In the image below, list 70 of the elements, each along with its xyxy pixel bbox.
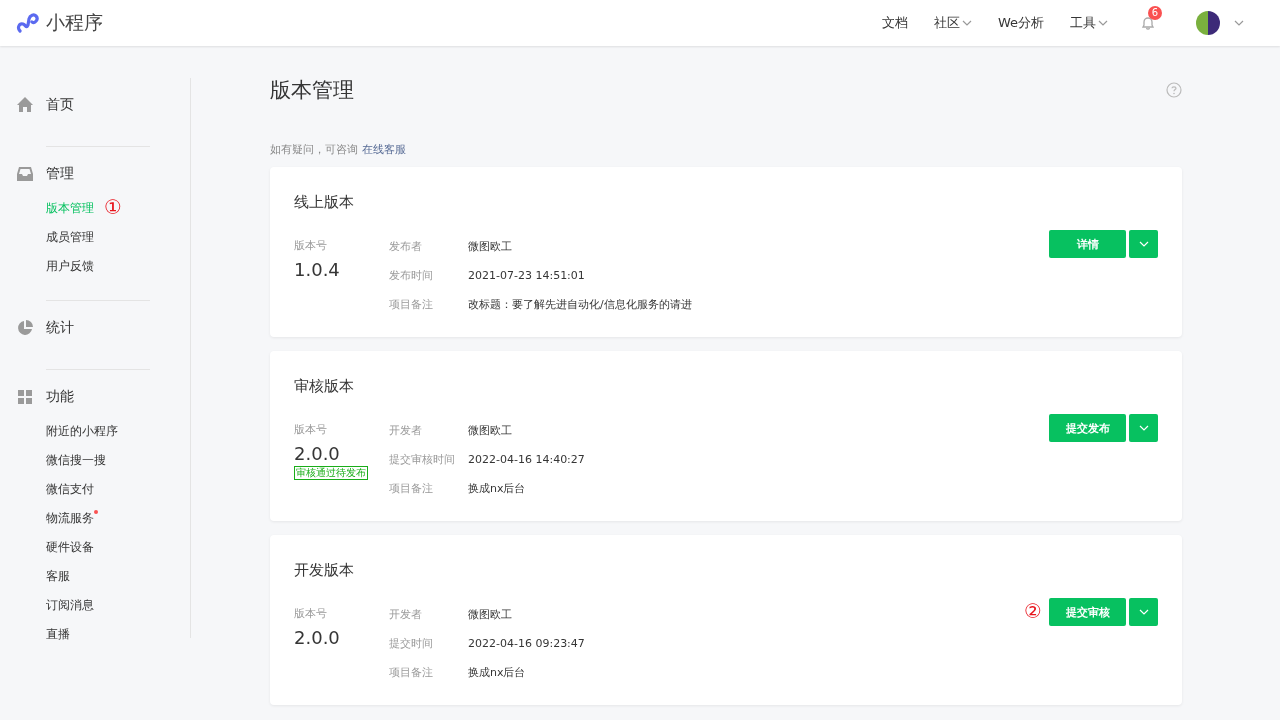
field-label: 项目备注 [389,665,434,681]
field-label: 发布时间 [389,268,434,284]
nav-link[interactable]: We分析 [997,14,1044,32]
status-tag: 审核通过待发布 [294,466,368,480]
caret-icon [961,20,972,26]
sidebar-item[interactable]: 附近的小程序 [46,422,118,440]
nav-link[interactable]: 社区 [933,14,972,32]
version-number: 2.0.0 [294,627,340,648]
field-value: 2022-04-16 14:40:27 [468,452,585,468]
field-value: 换成nx后台 [468,481,526,497]
field-value: 微图欧工 [468,239,512,255]
sidebar-item[interactable]: 物流服务 [46,509,94,527]
card-title: 审核版本 [294,377,355,396]
field-label: 提交审核时间 [389,452,456,468]
field-value: 2021-07-23 14:51:01 [468,268,585,284]
dropdown-button[interactable] [1129,230,1158,258]
sidebar-item[interactable]: 订阅消息 [46,596,94,614]
sidebar-item[interactable]: 微信支付 [46,480,94,498]
version-number: 1.0.4 [294,259,340,280]
sidebar-section-link[interactable]: 首页 [46,96,74,114]
field-label: 开发者 [389,607,423,623]
sidebar-item[interactable]: 微信搜一搜 [46,451,106,469]
field-label: 版本号 [294,606,327,621]
field-value: 改标题：要了解先进自动化/信息化服务的请进 [468,297,692,313]
sidebar-item[interactable]: 硬件设备 [46,538,94,556]
sidebar-item[interactable]: 客服 [46,567,70,585]
annotation-number: ① [104,197,122,217]
caret-icon [1138,241,1149,247]
brand-name: 小程序 [46,10,103,35]
sidebar-section-link[interactable]: 管理 [46,165,74,183]
dropdown-button[interactable] [1129,414,1158,442]
nav-link[interactable]: 工具 [1070,14,1108,32]
dropdown-button[interactable] [1129,598,1158,626]
grid-icon [16,388,34,406]
home-icon [16,96,34,114]
help-icon[interactable] [1166,82,1182,98]
inbox-icon [16,165,34,183]
customer-service-link[interactable]: 在线客服 [362,143,406,156]
field-value: 换成nx后台 [468,665,526,681]
field-label: 开发者 [389,423,423,439]
help-text: 如有疑问，可咨询 [270,143,358,156]
field-label: 提交时间 [389,636,434,652]
field-label: 项目备注 [389,481,434,497]
field-label: 发布者 [389,239,423,255]
notification-badge: 6 [1148,6,1162,20]
bell-icon[interactable] [1140,15,1156,31]
caret-icon [1138,425,1149,431]
sidebar-item[interactable]: 用户反馈 [46,257,94,275]
annotation-number: ② [1024,601,1042,621]
card-title: 线上版本 [294,193,355,212]
version-number: 2.0.0 [294,443,340,464]
logo-icon [16,11,40,35]
pie-chart-icon [16,319,34,337]
sidebar-item[interactable]: 成员管理 [46,228,94,246]
avatar[interactable] [1196,11,1220,35]
caret-icon [1138,609,1149,615]
field-label: 项目备注 [389,297,434,313]
page-title: 版本管理 [270,77,354,104]
sidebar-section-link[interactable]: 功能 [46,388,74,406]
caret-icon[interactable] [1234,20,1244,26]
field-value: 2022-04-16 09:23:47 [468,636,585,652]
sidebar-section-link[interactable]: 统计 [46,319,74,337]
field-value: 微图欧工 [468,423,512,439]
caret-icon [1098,20,1108,26]
nav-link[interactable]: 文档 [881,14,908,32]
field-label: 版本号 [294,422,327,437]
field-label: 版本号 [294,238,327,253]
field-value: 微图欧工 [468,607,512,623]
card-title: 开发版本 [294,561,355,580]
sidebar-item[interactable]: 直播 [46,625,70,643]
